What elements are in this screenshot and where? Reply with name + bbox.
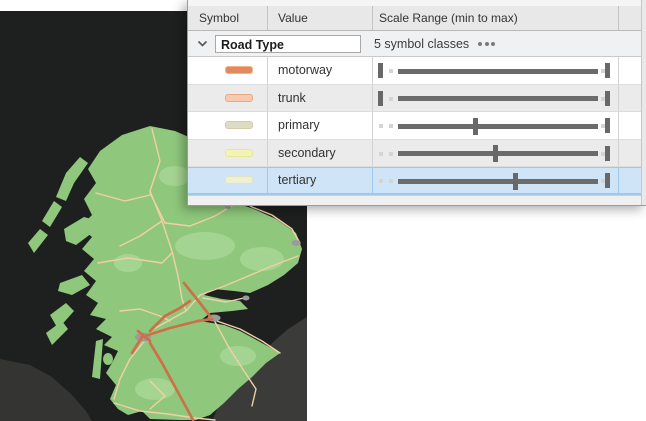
symbology-panel: Symbol Value Scale Range (min to max) Ro…	[187, 0, 646, 206]
panel-footer-strip	[188, 195, 641, 206]
min-scale-handle[interactable]	[378, 91, 383, 106]
slider-scale-tick	[379, 124, 383, 128]
min-scale-handle[interactable]	[473, 118, 478, 135]
spacer-cell	[619, 167, 641, 195]
scale-range-slider[interactable]	[373, 85, 618, 112]
line-symbol-swatch[interactable]	[225, 94, 253, 102]
symbol-class-row[interactable]: tertiary	[188, 167, 641, 195]
value-cell[interactable]: motorway	[268, 57, 373, 85]
grid-header-row: Symbol Value Scale Range (min to max)	[188, 6, 641, 31]
scale-range-cell	[373, 112, 619, 140]
value-cell[interactable]: primary	[268, 112, 373, 140]
symbol-cell[interactable]	[188, 57, 268, 85]
class-value-label: motorway	[278, 63, 332, 77]
column-header-value[interactable]: Value	[268, 6, 373, 30]
column-header-symbol[interactable]: Symbol	[188, 6, 268, 30]
scale-range-cell	[373, 57, 619, 85]
line-symbol-swatch[interactable]	[225, 176, 253, 184]
min-scale-handle[interactable]	[493, 145, 498, 162]
max-scale-handle[interactable]	[605, 63, 610, 78]
slider-scale-tick	[389, 97, 393, 101]
symbol-classes-count-label: 5 symbol classes	[374, 37, 469, 51]
value-cell[interactable]: tertiary	[268, 167, 373, 195]
value-cell[interactable]: trunk	[268, 85, 373, 113]
line-symbol-swatch[interactable]	[225, 66, 253, 74]
spacer-cell	[619, 57, 641, 85]
line-symbol-swatch[interactable]	[225, 121, 253, 129]
more-options-icon[interactable]	[478, 42, 495, 46]
max-scale-handle[interactable]	[605, 173, 610, 188]
symbol-cell[interactable]	[188, 167, 268, 195]
value-cell[interactable]: secondary	[268, 140, 373, 168]
slider-scale-tick	[389, 179, 393, 183]
slider-scale-tick	[389, 69, 393, 73]
max-scale-handle[interactable]	[605, 146, 610, 161]
layer-group-row: Road Type 5 symbol classes	[188, 31, 641, 57]
column-header-scale-range[interactable]: Scale Range (min to max)	[373, 6, 619, 30]
spacer-cell	[619, 112, 641, 140]
line-symbol-swatch[interactable]	[225, 149, 253, 157]
slider-track[interactable]	[398, 69, 598, 74]
class-value-label: secondary	[278, 146, 336, 160]
slider-scale-tick	[389, 152, 393, 156]
scale-range-slider[interactable]	[373, 57, 618, 84]
symbol-class-row[interactable]: secondary	[188, 140, 641, 168]
chevron-down-icon[interactable]	[197, 40, 208, 47]
class-value-label: tertiary	[278, 173, 316, 187]
panel-scroll-gutter[interactable]	[641, 0, 646, 205]
min-scale-handle[interactable]	[378, 63, 383, 78]
column-header-spacer	[619, 6, 641, 30]
layer-name-input[interactable]: Road Type	[215, 35, 361, 53]
slider-track[interactable]	[398, 96, 598, 101]
slider-scale-tick	[379, 152, 383, 156]
scale-range-cell	[373, 140, 619, 168]
max-scale-handle[interactable]	[605, 91, 610, 106]
slider-track[interactable]	[398, 151, 598, 156]
scale-range-slider[interactable]	[373, 112, 618, 139]
slider-track[interactable]	[398, 124, 598, 129]
min-scale-handle[interactable]	[513, 173, 518, 190]
slider-scale-tick	[389, 124, 393, 128]
scale-range-cell	[373, 167, 619, 195]
class-value-label: primary	[278, 118, 320, 132]
symbol-class-row[interactable]: primary	[188, 112, 641, 140]
spacer-cell	[619, 140, 641, 168]
slider-scale-tick	[379, 179, 383, 183]
scale-range-cell	[373, 85, 619, 113]
slider-track[interactable]	[398, 179, 598, 184]
symbol-cell[interactable]	[188, 112, 268, 140]
symbol-class-row[interactable]: trunk	[188, 85, 641, 113]
scale-range-slider[interactable]	[373, 167, 618, 194]
symbol-cell[interactable]	[188, 85, 268, 113]
spacer-cell	[619, 85, 641, 113]
symbol-class-row[interactable]: motorway	[188, 57, 641, 85]
symbol-class-rows: motorway trunk primary	[188, 57, 641, 195]
symbol-cell[interactable]	[188, 140, 268, 168]
application-screenshot: Symbol Value Scale Range (min to max) Ro…	[0, 0, 646, 421]
max-scale-handle[interactable]	[605, 118, 610, 133]
class-value-label: trunk	[278, 91, 306, 105]
scale-range-slider[interactable]	[373, 140, 618, 167]
